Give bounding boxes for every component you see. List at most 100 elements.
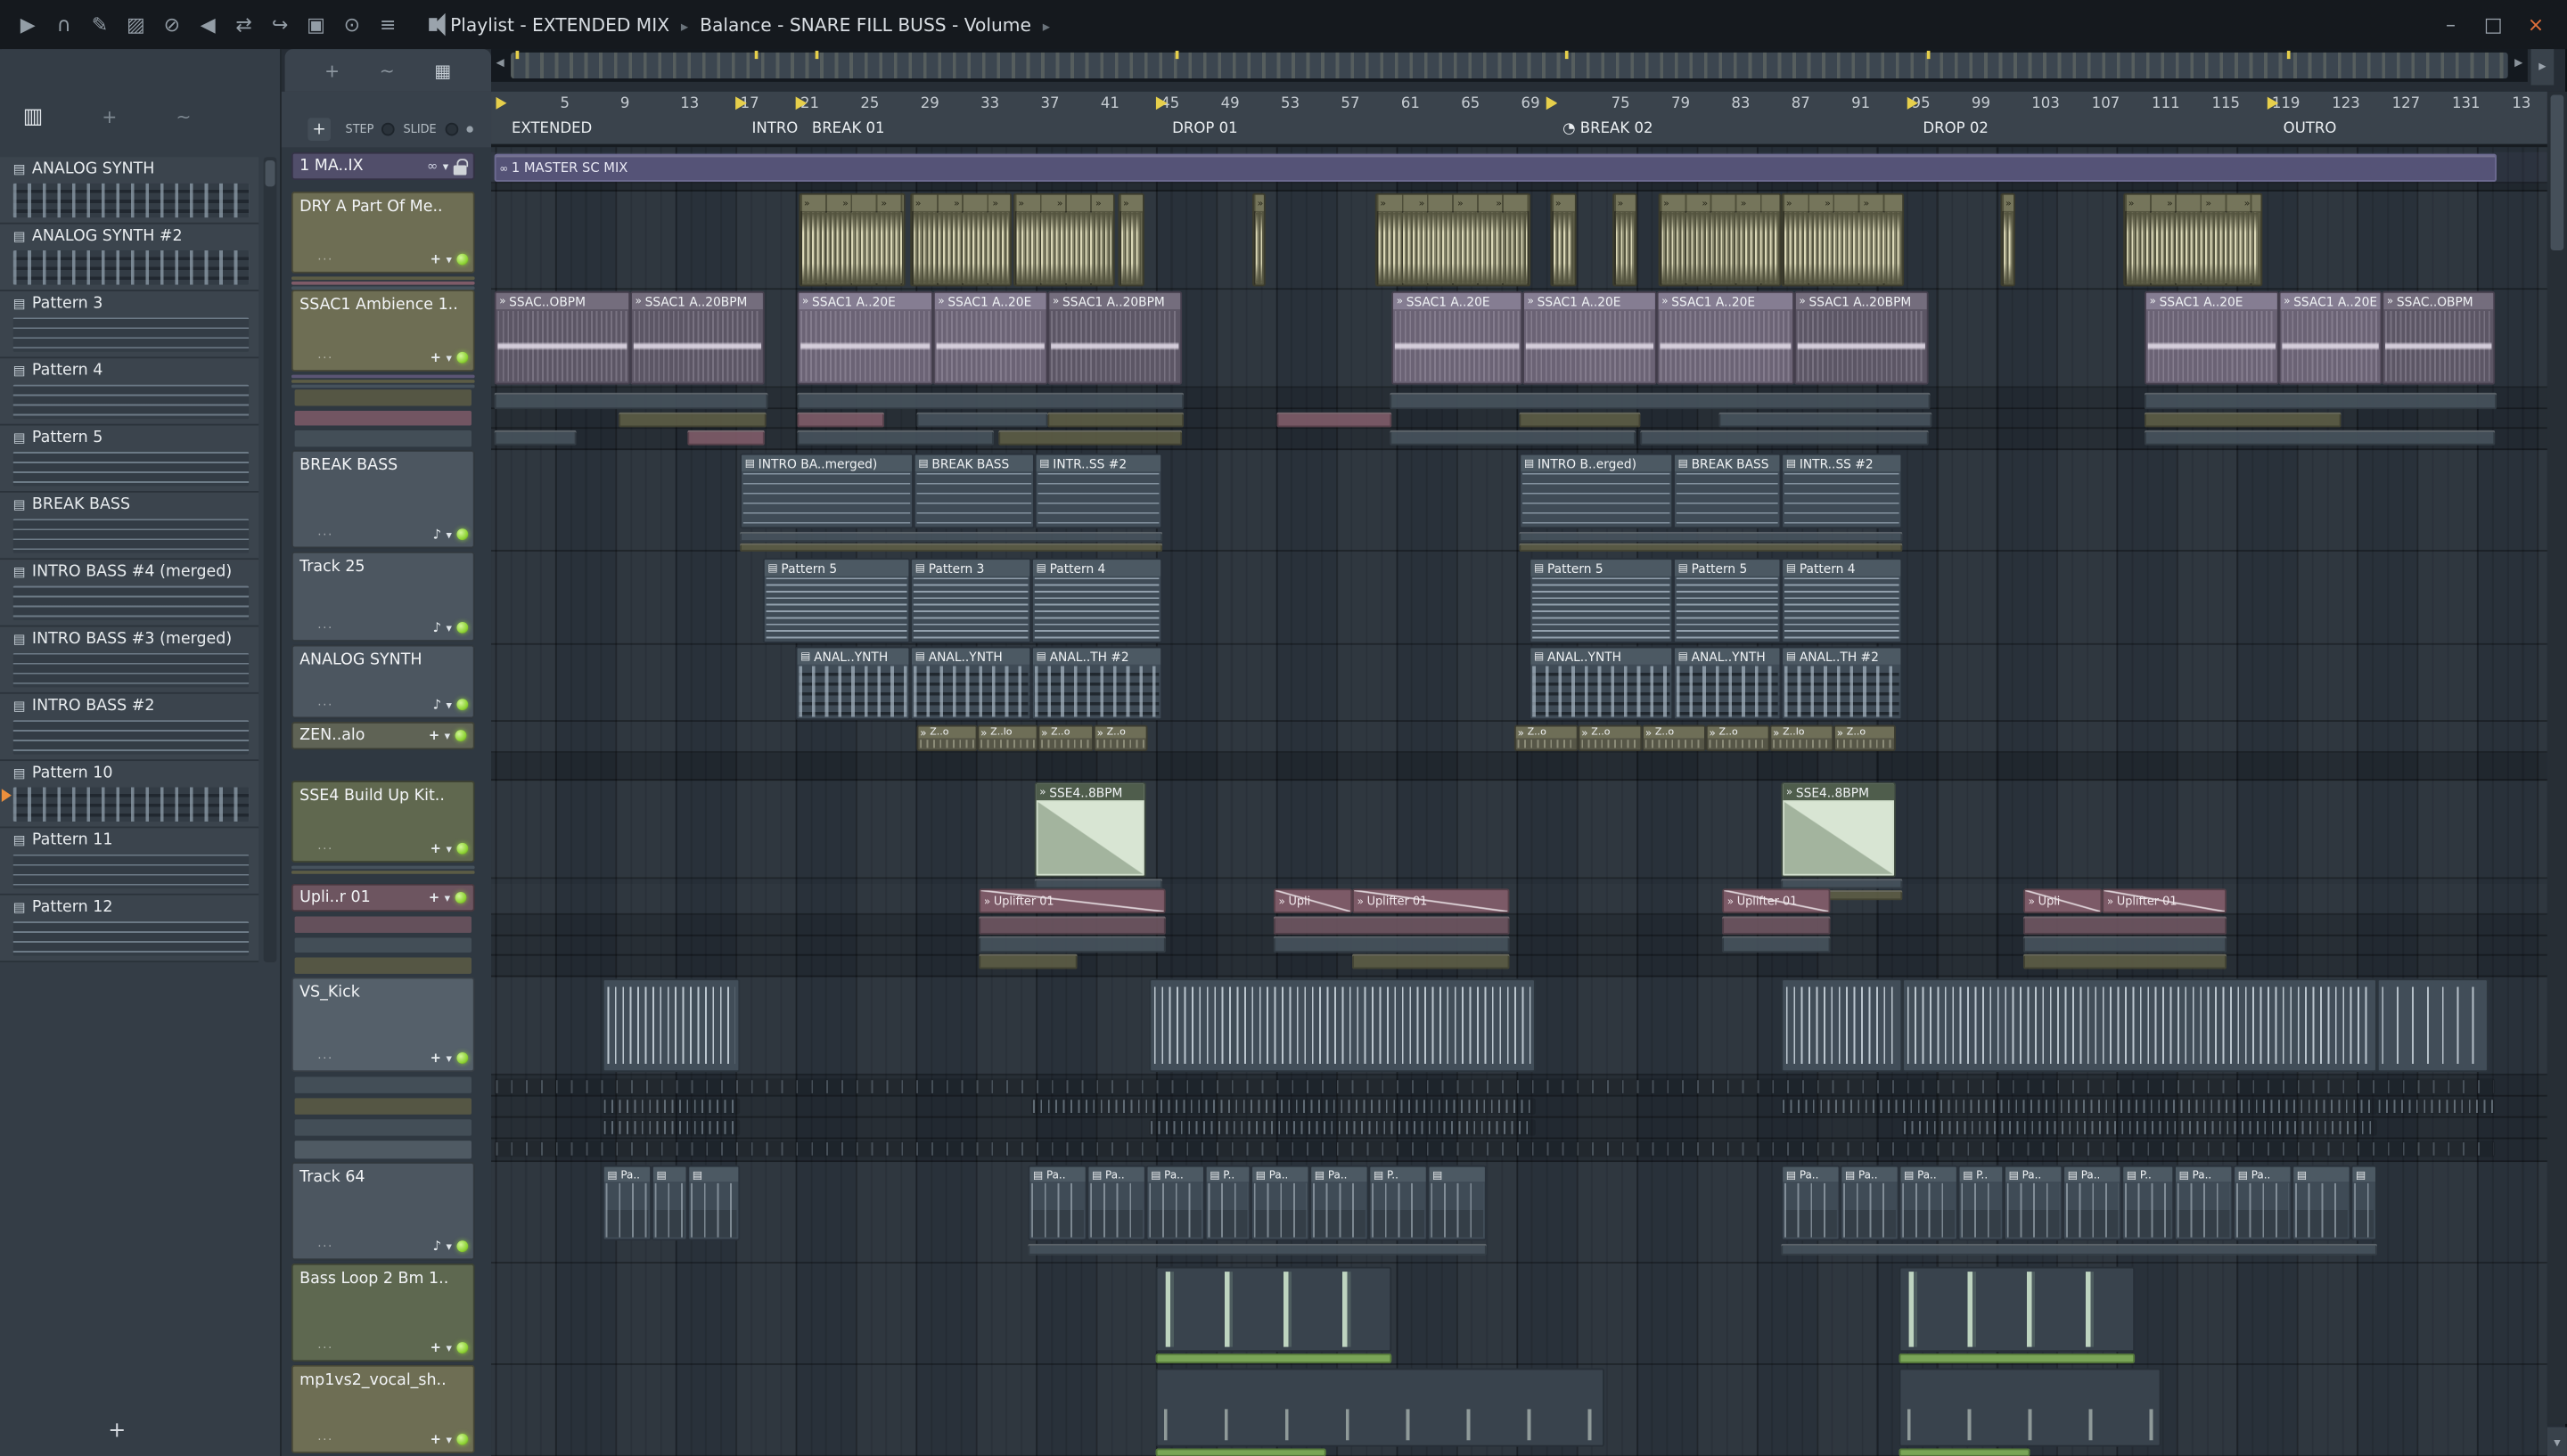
timeline-marker-drop-02[interactable]: DROP 02 [1923, 121, 1988, 137]
clip[interactable] [2376, 1098, 2496, 1115]
timeline-marker-break-01[interactable]: BREAK 01 [812, 121, 885, 137]
automation-strip[interactable] [1273, 916, 1510, 935]
automation-strip[interactable] [1781, 1243, 2377, 1256]
clip[interactable] [1149, 1119, 1536, 1136]
magnify-icon[interactable]: ⊙ [334, 8, 370, 41]
track-options[interactable]: ··· [317, 352, 333, 365]
pan-icon[interactable]: + [431, 841, 441, 856]
note-icon[interactable]: ♪ [433, 1239, 441, 1254]
automation-strip[interactable] [494, 430, 577, 446]
pattern-list-scrollbar[interactable] [263, 157, 277, 962]
pattern-item-pattern-5[interactable]: ▤ Pattern 5 [0, 425, 259, 493]
pattern-grid-icon[interactable]: ▥ [23, 105, 44, 130]
track-header-strip[interactable] [294, 1119, 472, 1136]
mute-led[interactable] [456, 528, 469, 541]
clip-pattern-5[interactable]: ▤ Pattern 5 [762, 558, 911, 643]
pattern-item-intro-bass-2[interactable]: ▤ INTRO BASS #2 [0, 693, 259, 762]
mute-led[interactable] [456, 842, 469, 855]
clip[interactable]: ▤ [1427, 1165, 1487, 1241]
clip-pattern-3[interactable]: ▤ Pattern 3 [910, 558, 1032, 643]
clip-anal-th-2[interactable]: ▤ ANAL..TH #2 [1781, 646, 1903, 721]
chevron-down-icon[interactable]: ▾ [446, 1341, 451, 1354]
track-header-strip[interactable] [294, 1076, 472, 1093]
track-options[interactable]: ··· [317, 528, 333, 542]
pattern-item-break-bass[interactable]: ▤ BREAK BASS [0, 492, 259, 560]
clip-intro-b-erged[interactable]: ▤ INTRO B..erged) [1519, 453, 1674, 529]
track-header-1-ma-ix[interactable]: 1 MA..IX ∞ ▾ [291, 151, 475, 181]
play-icon[interactable]: ▶ [10, 8, 45, 41]
timeline-ruler[interactable]: 5 9 13 17 21 25 29 33 37 41 45 49 53 57 61 65 69 75 79 83 87… [491, 91, 2547, 148]
track-options[interactable]: ··· [317, 1434, 333, 1447]
clip-pa[interactable]: ▤ Pa.. [1899, 1165, 1958, 1241]
clip-intr-ss-2[interactable]: ▤ INTR..SS #2 [1781, 453, 1903, 529]
chevron-down-icon[interactable]: ▾ [445, 891, 450, 904]
levels-icon[interactable]: ≡ [370, 8, 406, 41]
clip-pa[interactable]: ▤ Pa.. [1145, 1165, 1205, 1241]
automation-strip[interactable] [797, 392, 1184, 410]
clip-p[interactable]: ▤ P.. [1957, 1165, 2005, 1241]
clip[interactable] [1612, 192, 1637, 287]
clip[interactable] [1781, 978, 1903, 1073]
automation-strip[interactable] [494, 392, 768, 410]
clip-z-o[interactable]: » Z..o [1833, 724, 1896, 752]
slide-note-icon[interactable]: ~ [380, 60, 395, 81]
chevron-down-icon[interactable]: ▾ [446, 621, 451, 634]
clip[interactable] [1902, 978, 2377, 1073]
clip-ssac1-a-20bpm[interactable]: » SSAC1 A..20BPM [630, 290, 765, 385]
automation-strip[interactable] [1640, 430, 1929, 446]
clip[interactable] [1899, 1353, 2136, 1363]
paint-tool-icon[interactable]: ▨ [118, 8, 153, 41]
clip-p[interactable]: ▤ P.. [1368, 1165, 1428, 1241]
clip-ssac1-a-20e[interactable]: » SSAC1 A..20E [1656, 290, 1795, 385]
clip-ssac1-a-20bpm[interactable]: » SSAC1 A..20BPM [1794, 290, 1929, 385]
clip-ssac1-a-20bpm[interactable]: » SSAC1 A..20BPM [1047, 290, 1183, 385]
automation-strip[interactable] [2023, 953, 2227, 969]
mute-led[interactable] [456, 1342, 469, 1354]
timeline-marker-outro[interactable]: OUTRO [2284, 121, 2337, 137]
track-header-dry-a-part-of-me[interactable]: DRY A Part Of Me.. ··· + ▾ [291, 191, 475, 274]
clip[interactable] [910, 192, 1013, 287]
clip-upli[interactable]: » Upli [2023, 888, 2103, 913]
clip[interactable] [1899, 1266, 2136, 1353]
chevron-down-icon[interactable]: ▾ [446, 1239, 451, 1253]
clip-pa[interactable]: ▤ Pa.. [2063, 1165, 2122, 1241]
clip[interactable] [1155, 1353, 1392, 1363]
automation-strip[interactable] [2023, 936, 2227, 953]
clip[interactable] [1031, 1098, 1536, 1115]
automation-strip[interactable] [2145, 430, 2496, 446]
track-header-track-64[interactable]: Track 64 ··· ♪ ▾ [291, 1162, 475, 1261]
pan-icon[interactable]: + [431, 350, 441, 365]
scrollbar-handle[interactable] [2550, 94, 2564, 251]
swap-tool-icon[interactable]: ⇄ [226, 8, 261, 41]
automation-strip[interactable] [1519, 531, 1903, 542]
mute-led[interactable] [456, 1051, 469, 1064]
clip-ssac1-a-20e[interactable]: » SSAC1 A..20E [932, 290, 1048, 385]
clip-pa[interactable]: ▤ Pa.. [1087, 1165, 1146, 1241]
track-header-strip[interactable] [294, 1098, 472, 1115]
draw-tool-icon[interactable]: ✎ [82, 8, 118, 41]
track-header-upli-r-01[interactable]: Upli..r 01 + ▾ [291, 883, 475, 912]
clip-p[interactable]: ▤ P.. [1204, 1165, 1251, 1241]
clip-uplifter-01[interactable]: » Uplifter 01 [979, 888, 1166, 913]
clip-pa[interactable]: ▤ Pa.. [2174, 1165, 2234, 1241]
timeline-marker-break-02[interactable]: ◔ BREAK 02 [1562, 121, 1653, 137]
clip[interactable] [2123, 192, 2263, 287]
clip-ssac1-a-20e[interactable]: » SSAC1 A..20E [1391, 290, 1523, 385]
automation-strip[interactable] [1781, 879, 1903, 889]
clip[interactable] [494, 1141, 2496, 1157]
mute-led[interactable] [456, 253, 469, 266]
clip-pattern-4[interactable]: ▤ Pattern 4 [1781, 558, 1903, 643]
pan-icon[interactable]: + [431, 1432, 441, 1447]
clip-z-o[interactable]: » Z..o [1642, 724, 1706, 752]
maximize-button[interactable]: □ [2475, 13, 2511, 37]
note-icon[interactable]: ♪ [433, 527, 441, 542]
automation-strip[interactable] [2023, 916, 2227, 935]
pattern-item-pattern-3[interactable]: ▤ Pattern 3 [0, 290, 259, 359]
clip[interactable] [1781, 1098, 2377, 1115]
minimize-button[interactable]: – [2432, 13, 2468, 37]
scroll-left-icon[interactable]: ◂ [496, 54, 504, 72]
scroll-corner-button[interactable]: ▸ [2530, 49, 2555, 86]
track-header-strip[interactable] [294, 1141, 472, 1159]
track-header-track-25[interactable]: Track 25 ··· ♪ ▾ [291, 551, 475, 642]
track-options[interactable]: ··· [317, 622, 333, 635]
